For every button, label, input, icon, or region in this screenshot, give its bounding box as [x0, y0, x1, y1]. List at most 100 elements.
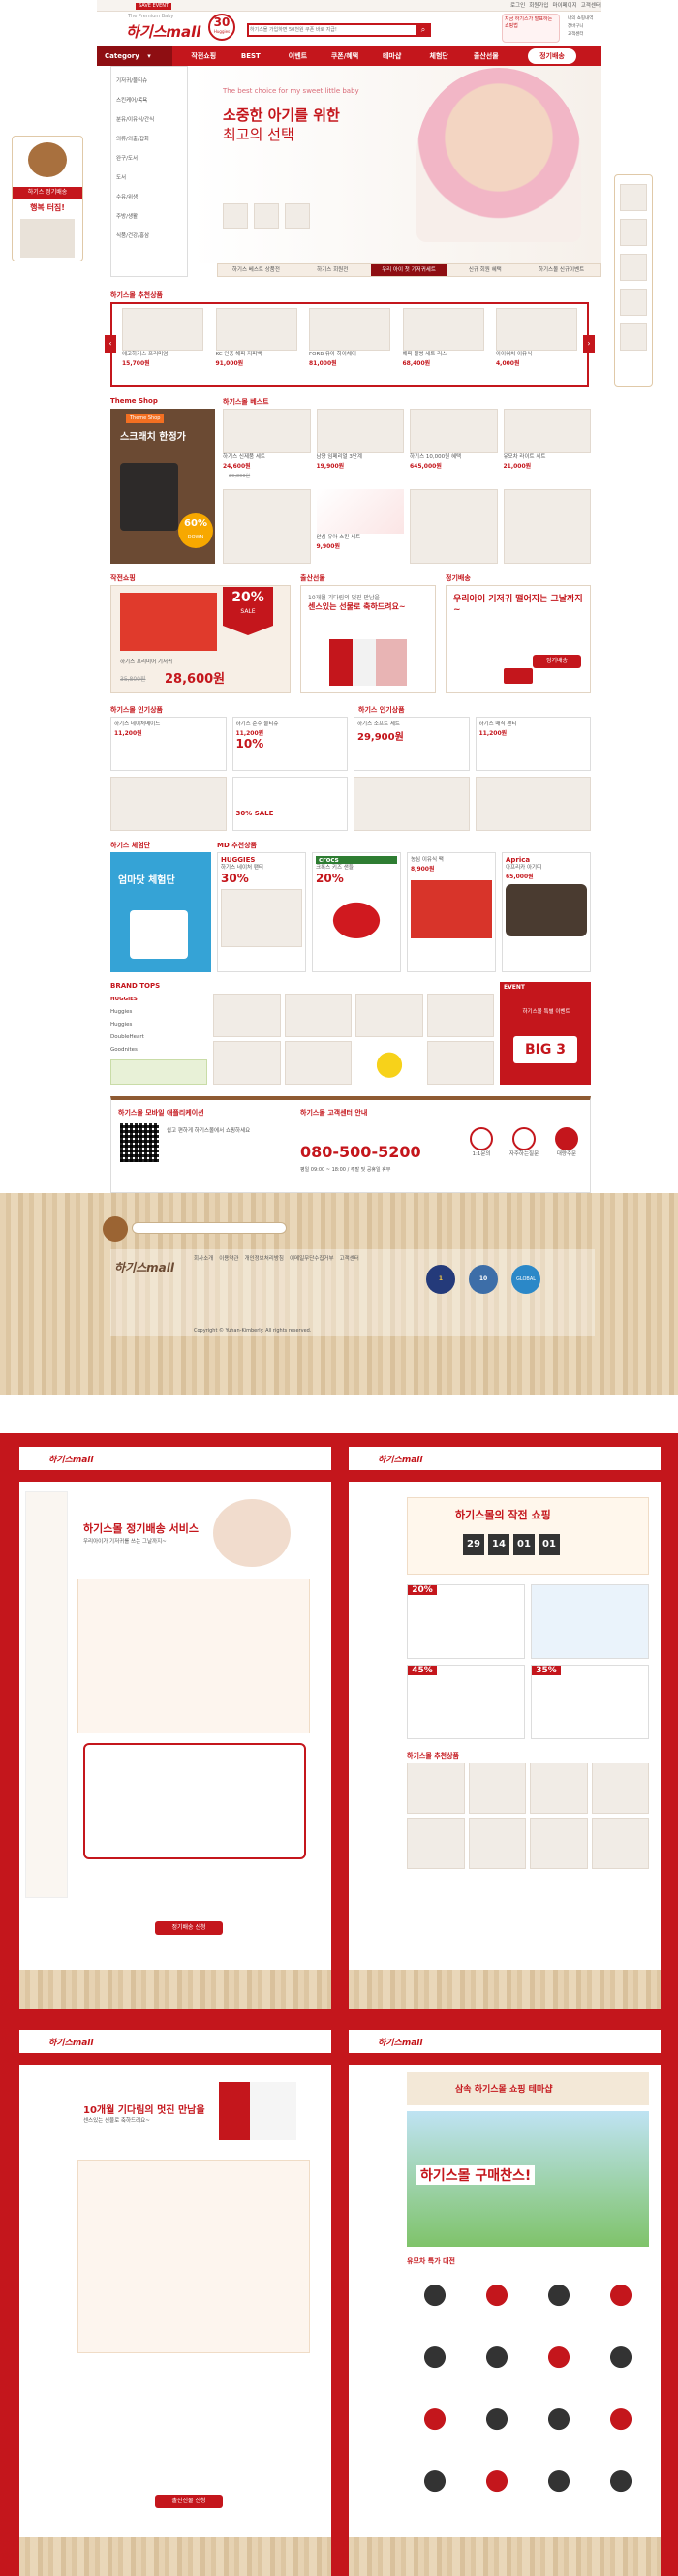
order-link[interactable]: 나의 쇼핑내역 [568, 15, 599, 23]
rec-item[interactable]: 해피 물병 세트 리스 68,400원 [402, 308, 484, 367]
stroller-product[interactable] [593, 2394, 649, 2450]
quick-item[interactable] [620, 323, 647, 351]
subpage-logo[interactable]: 하기스mall [378, 1453, 422, 1465]
hero-tab[interactable]: 하기스 회원전 [294, 264, 371, 276]
best-item-image[interactable] [223, 489, 311, 564]
p3-product[interactable] [407, 1818, 465, 1869]
subpage-logo[interactable]: 하기스mall [48, 2036, 93, 2048]
hero-tab[interactable]: 하기스 베스트 상품전 [218, 264, 294, 276]
hero-thumb[interactable] [223, 203, 248, 229]
deal-item[interactable]: 45% [407, 1665, 525, 1739]
hot-item-image[interactable] [354, 777, 470, 831]
search-button[interactable]: ⌕ [416, 24, 430, 36]
subpage-logo[interactable]: 하기스mall [378, 2036, 422, 2048]
qr-code-icon[interactable] [120, 1123, 159, 1162]
stroller-product[interactable] [469, 2332, 525, 2388]
category-item[interactable]: 의류/외출/잡화 [116, 130, 186, 149]
p3-product[interactable] [530, 1763, 588, 1814]
md-item[interactable]: crocs 크록스 키즈 샌들 20% [312, 852, 401, 972]
hot-item[interactable]: 하기스 순수 물티슈 11,200원 10% [231, 717, 348, 771]
deal-item[interactable]: 20% [407, 1584, 525, 1659]
brand-item[interactable]: Huggies [110, 1006, 207, 1019]
stroller-product[interactable] [593, 2332, 649, 2388]
quick-item[interactable] [620, 184, 647, 211]
faq-button[interactable]: 자주하는질문 [508, 1127, 540, 1158]
rubber-duck-image[interactable] [355, 1041, 423, 1085]
nav-item-event[interactable]: 이벤트 [274, 46, 322, 66]
brand-product[interactable] [284, 1041, 352, 1085]
p3-product[interactable] [468, 1818, 526, 1869]
best-item[interactable]: 유모차 라이트 세트 21,000원 [503, 409, 591, 483]
footer-link[interactable]: 회사소개 [194, 1255, 213, 1263]
quick-item[interactable] [620, 289, 647, 316]
category-item[interactable]: 분유/이유식/간식 [116, 110, 186, 130]
stroller-product[interactable] [469, 2456, 525, 2512]
p4-apply-button[interactable]: 출산선물 신청 [155, 2495, 223, 2508]
p3-product[interactable] [407, 1763, 465, 1814]
best-item[interactable]: 하기스 10,000원 혜택 645,000원 [410, 409, 498, 483]
hero-tab-active[interactable]: 우리 아이 첫 기저귀세트 [370, 264, 447, 276]
join-link[interactable]: 회원가입 [529, 2, 548, 10]
rec-item[interactable]: 아이워치 이유식 4,000원 [496, 308, 577, 367]
stroller-product[interactable] [531, 2456, 587, 2512]
rec-next-button[interactable]: › [583, 335, 595, 353]
nav-special[interactable]: 정기배송 [528, 48, 576, 64]
hot-item[interactable]: 30% SALE [231, 777, 348, 831]
md-item[interactable]: Aprica 아프리카 아기띠 65,000원 [502, 852, 591, 972]
stroller-product[interactable] [593, 2456, 649, 2512]
help-link[interactable]: 고객센터 [568, 31, 599, 39]
nav-item-strategy[interactable]: 작전쇼핑 [180, 46, 228, 66]
left-floating-banner[interactable]: 하기스 정기배송 행복 터짐! [12, 136, 83, 261]
brand-item[interactable]: Goodnites [110, 1044, 207, 1057]
hot-item[interactable]: 하기스 네이처메이드 11,200원 [110, 717, 227, 771]
footer-link[interactable]: 이용약관 [219, 1255, 238, 1263]
brand-product[interactable] [426, 994, 494, 1037]
mypage-link[interactable]: 마이페이지 [552, 2, 576, 10]
bulk-order-button[interactable]: 대량주문 [550, 1127, 583, 1158]
rec-item[interactable]: FORB 유아 하이체어 81,000원 [309, 308, 390, 367]
hero-tab[interactable]: 하기스몰 신규이벤트 [523, 264, 600, 276]
hero-tab[interactable]: 신규 회원 혜택 [447, 264, 523, 276]
hot-item[interactable]: 하기스 소프트 세트 29,900원 [354, 717, 470, 771]
brand-item[interactable]: HUGGIES [110, 994, 207, 1006]
brand-product[interactable] [355, 994, 423, 1037]
stroller-product[interactable] [469, 2270, 525, 2326]
nav-item-experience[interactable]: 체험단 [416, 46, 463, 66]
footer-link[interactable]: 고객센터 [340, 1255, 359, 1263]
best-item-image[interactable] [410, 489, 498, 564]
stroller-product[interactable] [593, 2270, 649, 2326]
brand-item[interactable]: Huggies [110, 1019, 207, 1031]
brand-product[interactable] [213, 1041, 281, 1085]
regular-button[interactable]: 정기배송 [533, 655, 581, 668]
rec-item[interactable]: 에코하기스 프리미엄 15,700원 [122, 308, 203, 367]
brand-product[interactable] [213, 994, 281, 1037]
stroller-product[interactable] [469, 2394, 525, 2450]
p3-product[interactable] [591, 1763, 649, 1814]
category-item[interactable]: 스킨케어/목욕 [116, 91, 186, 110]
cart-link[interactable]: 장바구니 [568, 23, 599, 31]
md-item[interactable]: 농심 이유식 팩 8,900원 [407, 852, 496, 972]
stroller-product[interactable] [407, 2456, 463, 2512]
nav-item-gift[interactable]: 출산선물 [462, 46, 509, 66]
stroller-product[interactable] [407, 2394, 463, 2450]
md-item[interactable]: HUGGIES 하기스 네이처 팬티 30% [217, 852, 306, 972]
hero-thumb[interactable] [254, 203, 279, 229]
stroller-product[interactable] [531, 2270, 587, 2326]
category-item[interactable]: 기저귀/물티슈 [116, 72, 186, 91]
brand-product[interactable] [426, 1041, 494, 1085]
nav-item-coupon[interactable]: 쿠폰/혜택 [322, 46, 369, 66]
event-box[interactable] [500, 982, 591, 1085]
logo[interactable]: 하기스mall [126, 21, 200, 42]
p3-product[interactable] [591, 1818, 649, 1869]
nav-item-best[interactable]: BEST [228, 46, 275, 66]
best-item[interactable]: 남양 임페리얼 3단계 19,900원 [316, 409, 404, 483]
stroller-product[interactable] [407, 2270, 463, 2326]
hot-item-image[interactable] [475, 777, 591, 831]
hero-thumb[interactable] [285, 203, 310, 229]
rec-prev-button[interactable]: ‹ [105, 335, 116, 353]
best-item-image[interactable] [503, 489, 591, 564]
deal-item[interactable]: 35% [531, 1665, 649, 1739]
category-item[interactable]: 식품/건강/홍삼 [116, 227, 186, 246]
stroller-product[interactable] [531, 2332, 587, 2388]
quick-item[interactable] [620, 254, 647, 281]
